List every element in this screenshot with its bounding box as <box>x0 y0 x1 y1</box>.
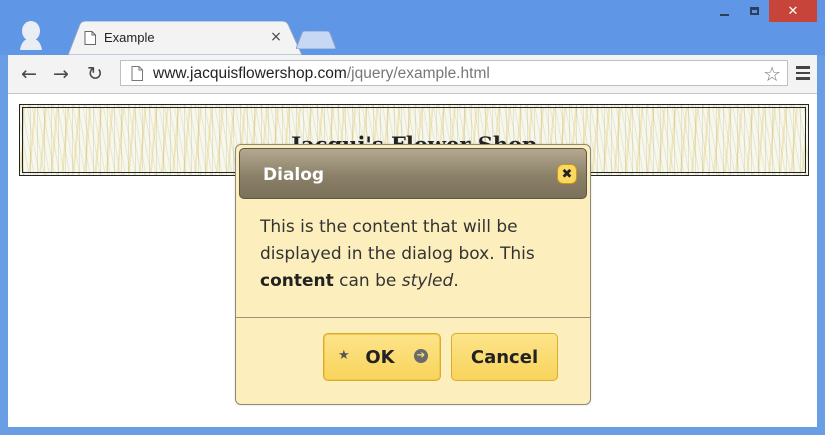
address-bar[interactable]: www.jacquisflowershop.com/jquery/example… <box>120 60 788 86</box>
new-tab-button[interactable] <box>295 30 337 50</box>
dialog-content-line2: displayed in the dialog box. This <box>260 244 535 264</box>
page-icon <box>131 66 143 81</box>
dialog-close-icon[interactable]: ✖ <box>557 164 577 184</box>
dialog-content-em: styled <box>401 271 454 291</box>
star-icon: ★ <box>338 348 350 363</box>
dialog-content-mid: can be <box>333 271 402 291</box>
forward-arrow-icon[interactable]: → <box>50 63 72 85</box>
dialog-titlebar[interactable]: Dialog ✖ <box>239 148 587 199</box>
maximize-button[interactable] <box>739 0 769 22</box>
dialog-content-strong: content <box>260 271 334 291</box>
browser-toolbar: ← → ↻ www.jacquisflowershop.com/jquery/e… <box>8 55 817 94</box>
tab-close-icon[interactable]: × <box>268 29 284 45</box>
dialog: Dialog ✖ This is the content that will b… <box>235 144 591 405</box>
cancel-button-label: Cancel <box>470 346 539 368</box>
dialog-title: Dialog <box>263 165 325 185</box>
reload-icon[interactable]: ↻ <box>84 63 106 85</box>
dialog-content-end: . <box>453 271 459 291</box>
window-close-button[interactable]: ✕ <box>769 0 817 22</box>
url-host: www.jacquisflowershop.com <box>153 65 347 82</box>
minimize-button[interactable] <box>709 0 739 22</box>
dialog-content-line1: This is the content that will be <box>260 217 518 237</box>
browser-titlebar: Example × ✕ <box>0 0 825 55</box>
dialog-divider <box>236 317 590 318</box>
profile-icon[interactable] <box>18 18 44 50</box>
tab-title: Example <box>104 30 155 45</box>
back-arrow-icon[interactable]: ← <box>18 63 40 85</box>
cancel-button[interactable]: Cancel <box>451 333 558 381</box>
menu-icon[interactable] <box>796 66 810 80</box>
browser-tab[interactable]: Example × <box>68 21 304 55</box>
minimize-icon <box>719 14 729 16</box>
url-text[interactable]: www.jacquisflowershop.com/jquery/example… <box>153 65 490 83</box>
circle-arrow-right-icon: ➔ <box>414 349 428 363</box>
maximize-icon <box>749 7 759 15</box>
window-controls: ✕ <box>709 0 817 26</box>
star-icon[interactable]: ☆ <box>763 63 781 85</box>
ok-button-label: OK <box>365 346 395 368</box>
dialog-content: This is the content that will be display… <box>260 214 570 295</box>
ok-button[interactable]: ★ OK ➔ <box>323 333 441 381</box>
page-favicon-icon <box>84 31 96 45</box>
url-path: /jquery/example.html <box>346 65 490 82</box>
